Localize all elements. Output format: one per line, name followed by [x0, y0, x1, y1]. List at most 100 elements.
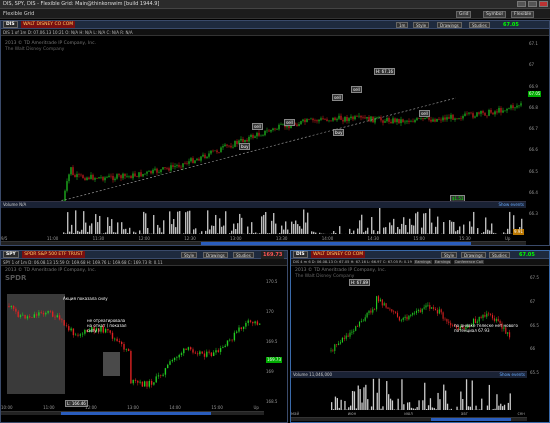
candle [328, 120, 330, 122]
volume-bar [475, 405, 477, 410]
studies-button[interactable]: Studies [233, 252, 254, 258]
axis-tick-label: 65.5 [530, 370, 539, 375]
studies-button[interactable]: Studies [469, 22, 490, 28]
style-button[interactable]: Style [441, 252, 458, 258]
symbol-selector[interactable]: DIS [293, 251, 308, 258]
volume-bar [205, 230, 207, 234]
volume-tag: 9.91 [513, 229, 524, 235]
candle [259, 323, 261, 325]
scroll-thumb[interactable] [61, 412, 211, 415]
candle [366, 313, 368, 318]
candle [114, 338, 116, 340]
candle [178, 165, 180, 167]
axis-tick-label: май [291, 411, 300, 416]
time-scrollbar[interactable] [291, 417, 527, 421]
drawings-button[interactable]: Drawings [203, 252, 228, 258]
grid-button[interactable]: Grid [456, 11, 472, 18]
close-button[interactable] [539, 1, 548, 7]
candle [199, 351, 201, 355]
aggregation-button[interactable]: 1m [396, 22, 409, 28]
candle [153, 382, 155, 385]
volume-bar [370, 406, 373, 410]
candle [322, 118, 324, 120]
candle [130, 350, 132, 384]
symbol-selector[interactable]: DIS [3, 21, 18, 28]
time-axis: май июн июл авг сен [291, 411, 527, 416]
candle [344, 117, 346, 122]
symbol-selector[interactable]: SPY [3, 251, 19, 258]
candle [219, 348, 222, 352]
candle [456, 118, 458, 120]
scroll-thumb[interactable] [201, 242, 471, 245]
sell-tag: sell [351, 86, 362, 93]
candle [491, 314, 494, 319]
volume-bar [397, 227, 399, 234]
volume-bar [209, 229, 211, 234]
candle [396, 312, 399, 317]
candle [500, 108, 502, 113]
axis-tick-label: 14:00 [169, 405, 181, 410]
price-axis: 67.5 67 66.5 66 65.5 [529, 275, 549, 375]
candle [376, 296, 378, 310]
candle [350, 116, 352, 119]
dis-price-chart[interactable]: 2013 © TD Ameritrade IP Company, Inc. Th… [291, 266, 527, 371]
candle [166, 168, 168, 169]
volume-bar [435, 226, 437, 234]
candle [339, 342, 342, 344]
volume-bar [451, 221, 453, 234]
volume-bar [169, 211, 171, 234]
candle [422, 118, 424, 120]
time-scrollbar[interactable] [1, 411, 264, 415]
volume-bar [401, 223, 403, 234]
candle [210, 150, 212, 154]
volume-bar [129, 227, 131, 234]
scroll-thumb[interactable] [431, 418, 511, 421]
candle [80, 174, 82, 176]
minimize-button[interactable] [517, 1, 526, 7]
candle [84, 178, 86, 181]
style-button[interactable]: Style [413, 22, 430, 28]
candle [352, 116, 354, 120]
time-axis: 10:00 11:00 12:00 13:00 14:00 15:00 Up [1, 405, 264, 410]
volume-bar [357, 385, 359, 410]
candle [72, 328, 75, 336]
grid-name-label[interactable]: Flexible Grid [3, 11, 34, 17]
candle [245, 322, 247, 327]
candle [70, 328, 72, 331]
buy-tag: buy [239, 143, 251, 150]
time-scrollbar[interactable] [1, 241, 526, 245]
price-chart-area[interactable]: 2013 © TD Ameritrade IP Company, Inc. Th… [1, 36, 526, 216]
candle [496, 111, 498, 113]
candle [364, 317, 366, 321]
symbol-button[interactable]: Symbol [483, 11, 506, 18]
volume-bar [421, 227, 423, 234]
volume-bar [429, 208, 431, 234]
style-button[interactable]: Style [181, 252, 198, 258]
volume-bar [287, 229, 289, 234]
candle [230, 145, 232, 148]
candle [15, 308, 17, 312]
volume-bar [403, 217, 405, 234]
candle [130, 175, 132, 179]
candle [462, 116, 464, 119]
conference-call-tab[interactable]: Conference Call [453, 260, 484, 264]
volume-bar [173, 219, 175, 234]
volume-bar [107, 217, 109, 234]
volume-bar [229, 233, 231, 234]
volume-bar [379, 208, 381, 234]
axis-tick-label: 67 [530, 298, 536, 304]
volume-bar [313, 231, 315, 234]
candle [381, 299, 383, 306]
candle [508, 108, 510, 109]
maximize-button[interactable] [528, 1, 537, 7]
drawings-button[interactable]: Drawings [437, 22, 462, 28]
studies-button[interactable]: Studies [489, 252, 510, 258]
drawings-button[interactable]: Drawings [461, 252, 486, 258]
spy-price-chart[interactable]: 2013 © TD Ameritrade IP Company, Inc. SP… [1, 266, 264, 407]
candle [202, 154, 204, 157]
candle [142, 174, 144, 177]
earnings-tab[interactable]: Earnings [414, 260, 432, 264]
volume-bar [422, 400, 424, 410]
flexible-button[interactable]: Flexible [511, 11, 535, 18]
earnings-tab[interactable]: Earnings [433, 260, 452, 264]
